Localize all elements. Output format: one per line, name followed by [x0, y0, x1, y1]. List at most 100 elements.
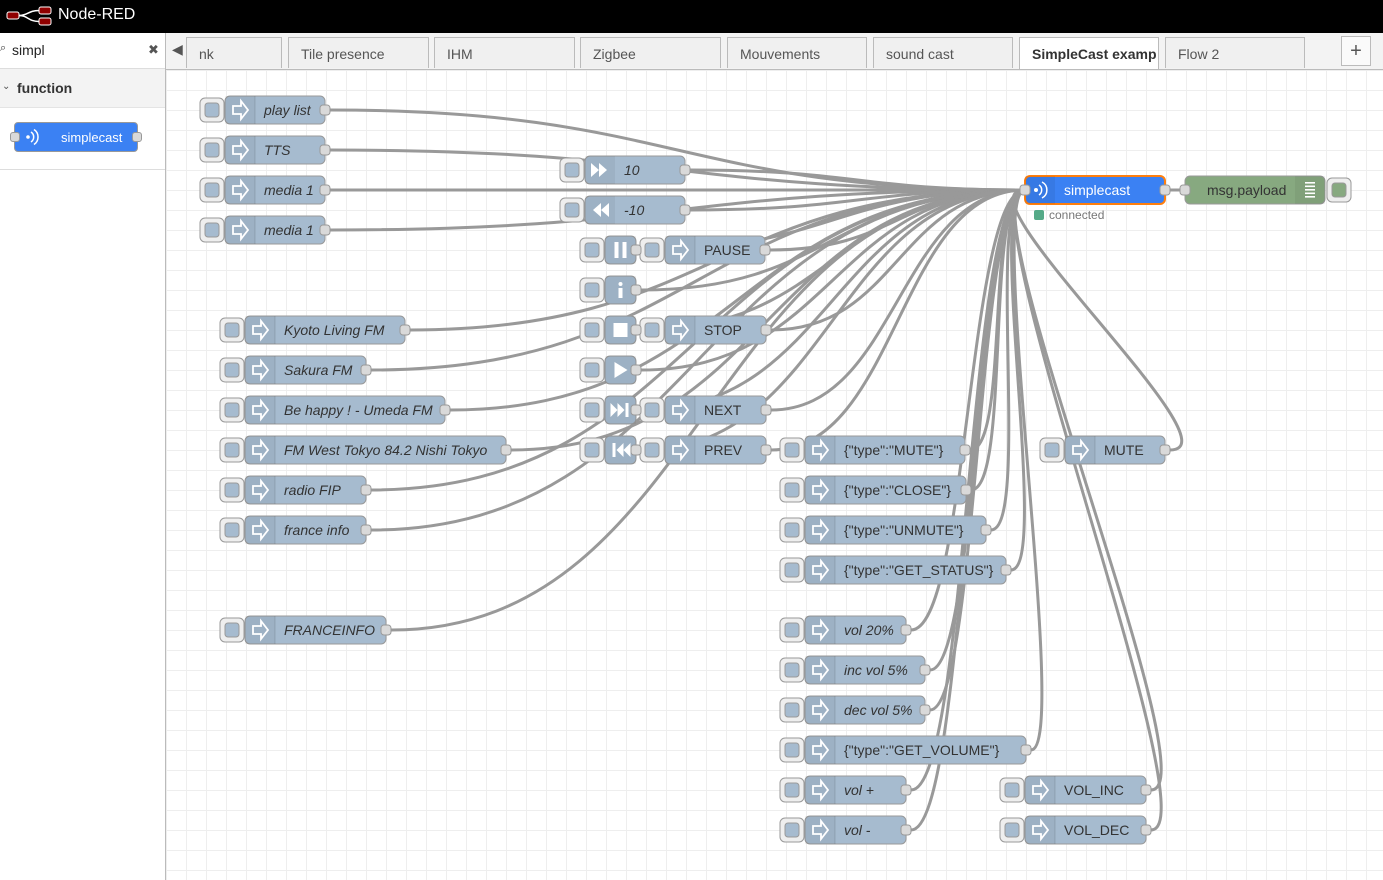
wire-mute[interactable] — [1011, 188, 1184, 452]
inject-arrow-icon — [665, 316, 696, 344]
tab-ihm[interactable]: IHM — [434, 37, 575, 68]
inject-arrow-icon — [225, 96, 256, 124]
inject-node-volminus[interactable] — [779, 815, 907, 845]
wire-nextbtn[interactable] — [640, 188, 1026, 412]
inject-arrow-icon — [245, 436, 276, 464]
simplecast-output-port[interactable] — [1159, 184, 1171, 196]
inject-node-volplus[interactable] — [779, 775, 907, 805]
output-port[interactable] — [380, 624, 392, 636]
tab-zigbee[interactable]: Zigbee — [580, 37, 721, 68]
output-port[interactable] — [760, 404, 772, 416]
output-port[interactable] — [959, 444, 971, 456]
dashboard-button-stopbtn[interactable] — [579, 315, 637, 345]
output-port[interactable] — [439, 404, 451, 416]
debug-input-port[interactable] — [1179, 184, 1191, 196]
output-port[interactable] — [679, 204, 691, 216]
output-port[interactable] — [900, 624, 912, 636]
output-port[interactable] — [500, 444, 512, 456]
inject-node-label: PREV — [704, 442, 743, 458]
inject-arrow-icon — [225, 216, 256, 244]
add-tab-button[interactable]: + — [1341, 36, 1371, 66]
tab-flow-2[interactable]: Flow 2 — [1165, 37, 1305, 68]
tab-nk[interactable]: nk — [186, 37, 282, 68]
info-icon — [618, 282, 623, 286]
clear-search-icon[interactable]: ✖ — [148, 42, 159, 58]
tab-sound-cast[interactable]: sound cast — [873, 37, 1013, 68]
tab-simplecast-example[interactable]: SimpleCast examp — [1019, 37, 1159, 69]
trigger-icon — [584, 282, 600, 298]
output-port[interactable] — [399, 324, 411, 336]
output-port[interactable] — [919, 704, 931, 716]
output-port[interactable] — [1140, 784, 1152, 796]
dashboard-button-rw[interactable]: -10 — [559, 195, 686, 225]
output-port[interactable] — [360, 484, 372, 496]
inject-node-next[interactable] — [639, 395, 767, 425]
palette-node-simplecast[interactable]: simplecast — [14, 122, 138, 152]
output-port[interactable] — [319, 144, 331, 156]
inject-node-mute[interactable] — [1039, 435, 1166, 465]
output-port[interactable] — [319, 184, 331, 196]
output-port[interactable] — [1000, 564, 1012, 576]
inject-trigger-icon — [644, 242, 660, 258]
dashboard-button-prevbtn[interactable] — [579, 435, 637, 465]
output-port[interactable] — [630, 404, 642, 416]
inject-node-prev[interactable] — [639, 435, 767, 465]
inject-arrow-icon — [245, 616, 276, 644]
inject-trigger-icon — [784, 662, 800, 678]
inject-node-stop[interactable] — [639, 315, 767, 345]
output-port[interactable] — [630, 444, 642, 456]
inject-arrow-icon — [225, 136, 256, 164]
flow-canvas[interactable]: play list TTS media 1 media 1 Kyoto Living F… — [166, 70, 1383, 880]
output-port[interactable] — [319, 224, 331, 236]
debug-node[interactable]: msg.payload — [1184, 175, 1326, 205]
output-port[interactable] — [679, 164, 691, 176]
output-port[interactable] — [760, 444, 772, 456]
wire-volinc[interactable] — [1013, 188, 1163, 792]
simplecast-node[interactable]: simplecast — [1024, 175, 1166, 205]
flow-workspace[interactable]: play list TTS media 1 media 1 Kyoto Living F… — [166, 70, 1383, 880]
output-port[interactable] — [360, 364, 372, 376]
output-port[interactable] — [1020, 744, 1032, 756]
inject-node-label: {"type":"CLOSE"} — [844, 482, 951, 498]
wire-voldec[interactable] — [1013, 188, 1163, 832]
output-port[interactable] — [919, 664, 931, 676]
inject-node-label: {"type":"UNMUTE"} — [844, 522, 964, 538]
simplecast-input-port[interactable] — [1019, 184, 1031, 196]
output-port[interactable] — [1140, 824, 1152, 836]
output-port[interactable] — [360, 524, 372, 536]
tab-mouvements[interactable]: Mouvements — [727, 37, 867, 68]
dashboard-button-infobtn[interactable] — [579, 275, 637, 305]
output-port[interactable] — [630, 324, 642, 336]
inject-arrow-icon — [245, 356, 276, 384]
output-port[interactable] — [630, 244, 642, 256]
inject-node-tts[interactable] — [199, 135, 326, 165]
dashboard-button-nextbtn[interactable] — [579, 395, 637, 425]
output-port[interactable] — [759, 244, 771, 256]
inject-trigger-icon — [1044, 442, 1060, 458]
palette-search-input[interactable]: simpl — [12, 42, 45, 58]
output-port[interactable] — [760, 324, 772, 336]
output-port[interactable] — [900, 784, 912, 796]
inject-trigger-icon — [224, 482, 240, 498]
inject-node-label: FRANCEINFO — [284, 622, 375, 638]
trigger-icon — [584, 242, 600, 258]
output-port[interactable] — [630, 284, 642, 296]
output-port[interactable] — [319, 104, 331, 116]
output-port[interactable] — [900, 824, 912, 836]
tab-scroll-left-icon[interactable]: ◀ — [166, 33, 186, 68]
dashboard-button-pausebtn[interactable] — [579, 235, 637, 265]
inject-trigger-icon — [224, 322, 240, 338]
dashboard-button-ff[interactable]: 10 — [559, 155, 686, 185]
tab-tile-presence[interactable]: Tile presence — [288, 37, 429, 68]
output-port[interactable] — [630, 364, 642, 376]
output-port[interactable] — [960, 484, 972, 496]
palette-search[interactable]: ⌕ simpl ✖ — [0, 33, 165, 69]
wire-volume_json[interactable] — [1012, 188, 1044, 752]
palette-category-function[interactable]: ⌄ function — [0, 69, 165, 108]
output-port[interactable] — [1159, 444, 1171, 456]
app-header: Node-RED — [0, 0, 1383, 33]
output-port[interactable] — [980, 524, 992, 536]
cast-icon — [22, 128, 42, 149]
inject-node-label: france info — [284, 522, 350, 538]
dashboard-button-playbtn[interactable] — [579, 355, 637, 385]
